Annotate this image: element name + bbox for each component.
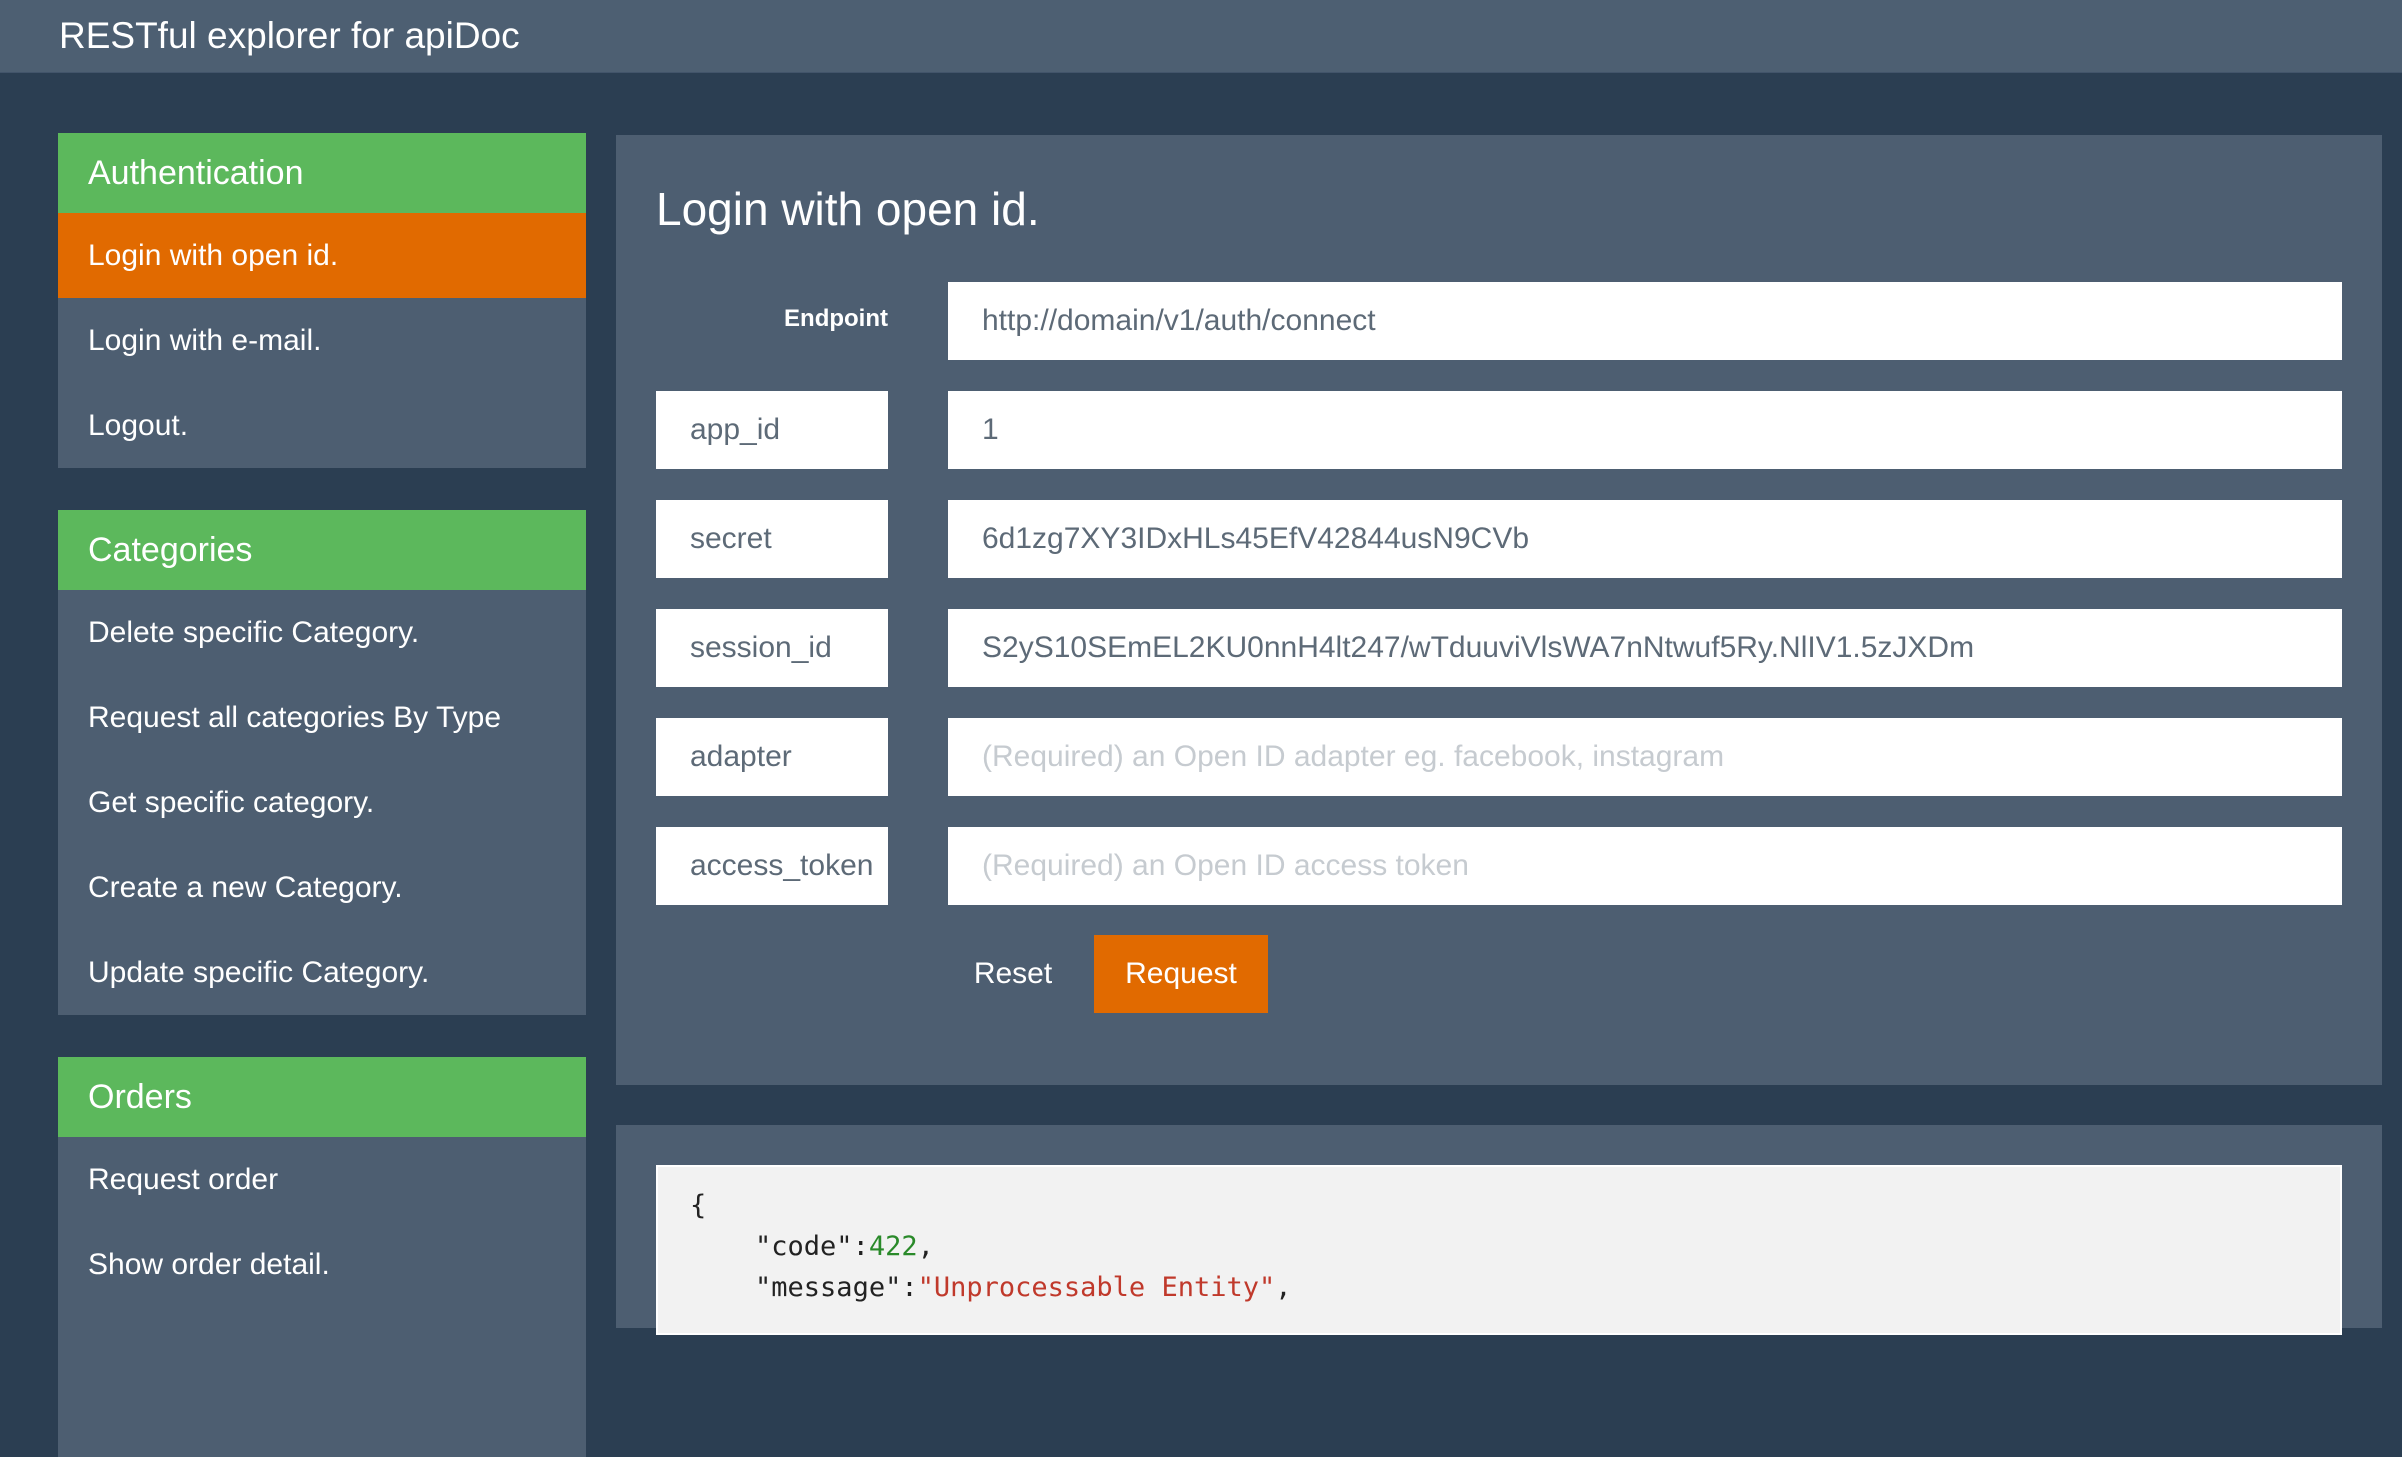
param-name-app-id: app_id xyxy=(656,391,888,469)
response-output: { "code":422, "message":"Unprocessable E… xyxy=(656,1165,2342,1335)
endpoint-input[interactable] xyxy=(948,282,2342,360)
top-bar: RESTful explorer for apiDoc xyxy=(0,0,2402,73)
sidebar-item-login-open-id[interactable]: Login with open id. xyxy=(58,213,586,298)
app-title: RESTful explorer for apiDoc xyxy=(59,15,520,56)
sidebar-item-categories-by-type[interactable]: Request all categories By Type xyxy=(58,675,586,760)
param-name-access-token: access_token xyxy=(656,827,888,905)
sidebar-group-orders: Orders Request order Show order detail. xyxy=(58,1057,586,1457)
app-id-input[interactable] xyxy=(948,391,2342,469)
sidebar-item-delete-category[interactable]: Delete specific Category. xyxy=(58,590,586,675)
param-name-secret: secret xyxy=(656,500,888,578)
sidebar-group-authentication: Authentication Login with open id. Login… xyxy=(58,133,586,468)
param-name-session-id: session_id xyxy=(656,609,888,687)
sidebar-item-login-email[interactable]: Login with e-mail. xyxy=(58,298,586,383)
sidebar-item-update-category[interactable]: Update specific Category. xyxy=(58,930,586,1015)
request-panel: Login with open id. Endpoint app_id secr… xyxy=(616,135,2382,1085)
sidebar: Authentication Login with open id. Login… xyxy=(58,133,586,1457)
endpoint-label: Endpoint xyxy=(784,305,888,332)
json-value: 422 xyxy=(868,1231,918,1262)
response-panel: { "code":422, "message":"Unprocessable E… xyxy=(616,1125,2382,1335)
sidebar-group-header[interactable]: Categories xyxy=(58,510,586,590)
sidebar-item-logout[interactable]: Logout. xyxy=(58,383,586,468)
sidebar-item-get-category[interactable]: Get specific category. xyxy=(58,760,586,845)
param-name-adapter: adapter xyxy=(656,718,888,796)
sidebar-item-create-category[interactable]: Create a new Category. xyxy=(58,845,586,930)
secret-input[interactable] xyxy=(948,500,2342,578)
reset-button[interactable]: Reset xyxy=(948,935,1078,1013)
json-key: "code" xyxy=(755,1231,853,1262)
sidebar-group-header[interactable]: Orders xyxy=(58,1057,586,1137)
sidebar-item-show-order-detail[interactable]: Show order detail. xyxy=(58,1222,586,1307)
response-json: { "code":422, "message":"Unprocessable E… xyxy=(690,1190,1292,1303)
sidebar-group-categories: Categories Delete specific Category. Req… xyxy=(58,510,586,1015)
page-title: Login with open id. xyxy=(656,183,1040,235)
adapter-input[interactable] xyxy=(948,718,2342,796)
access-token-input[interactable] xyxy=(948,827,2342,905)
session-id-input[interactable] xyxy=(948,609,2342,687)
sidebar-group-header[interactable]: Authentication xyxy=(58,133,586,213)
sidebar-item-request-order[interactable]: Request order xyxy=(58,1137,586,1222)
request-button[interactable]: Request xyxy=(1094,935,1268,1013)
json-open-brace: { xyxy=(690,1190,707,1221)
json-key: "message" xyxy=(755,1272,902,1303)
json-value: "Unprocessable Entity" xyxy=(917,1272,1276,1303)
